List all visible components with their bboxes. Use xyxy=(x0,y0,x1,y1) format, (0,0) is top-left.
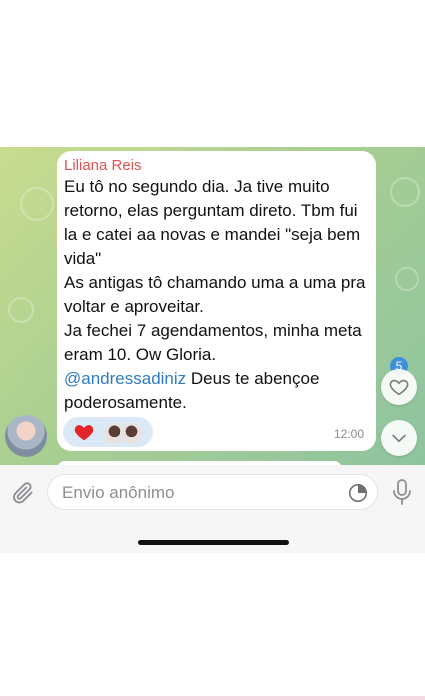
message-input[interactable]: Envio anônimo xyxy=(47,474,378,510)
message-paragraph: Ja fechei 7 agendamentos, minha meta era… xyxy=(64,321,367,364)
message-paragraph: Eu tô no segundo dia. Ja tive muito reto… xyxy=(64,177,365,268)
mention-link[interactable]: @andressadiniz xyxy=(64,369,186,388)
wallpaper-doodle xyxy=(395,267,419,291)
sticker-icon[interactable] xyxy=(347,482,369,504)
message-bubble[interactable]: Liliana Reis Eu tô no segundo dia. Ja ti… xyxy=(57,151,376,451)
wallpaper-doodle xyxy=(8,297,34,323)
input-placeholder: Envio anônimo xyxy=(62,483,175,502)
sender-name[interactable]: Liliana Reis xyxy=(64,157,366,175)
heart-icon xyxy=(74,425,94,441)
bottom-edge xyxy=(0,696,425,700)
sender-avatar[interactable] xyxy=(5,415,47,457)
chat-area: Liliana Reis Eu tô no segundo dia. Ja ti… xyxy=(0,147,425,465)
heart-icon xyxy=(389,379,409,396)
reactor-avatar xyxy=(120,422,143,445)
microphone-icon[interactable] xyxy=(390,478,414,506)
wallpaper-doodle xyxy=(390,177,420,207)
message-text: Eu tô no segundo dia. Ja tive muito reto… xyxy=(64,175,366,415)
chevron-down-icon xyxy=(392,434,406,443)
wallpaper-doodle xyxy=(20,187,54,221)
message-time: 12:00 xyxy=(333,427,364,441)
message-paragraph: As antigas tô chamando uma a uma pra vol… xyxy=(64,273,371,316)
home-indicator xyxy=(138,540,289,545)
message-paragraph: @andressadiniz Deus te abençoe poderosam… xyxy=(64,367,366,415)
paperclip-icon[interactable] xyxy=(10,479,36,507)
reactions-button[interactable] xyxy=(381,369,417,405)
scroll-down-button[interactable] xyxy=(381,420,417,456)
composer-bar: Envio anônimo xyxy=(0,465,425,553)
reactions-pill[interactable] xyxy=(63,417,153,447)
